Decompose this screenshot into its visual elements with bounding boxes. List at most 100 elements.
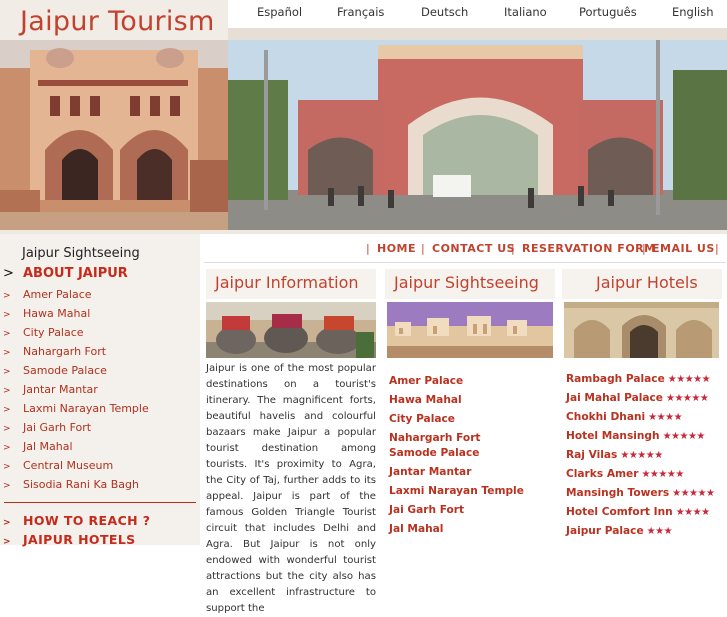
sidebar-item-label: Laxmi Narayan Temple xyxy=(23,402,149,415)
chevron-right-icon: > xyxy=(3,329,11,339)
hotel-item[interactable]: Hotel Mansingh ★★★★★ xyxy=(566,430,705,442)
hotel-item[interactable]: Clarks Amer ★★★★★ xyxy=(566,468,684,480)
chevron-right-icon: > xyxy=(3,348,11,358)
hotel-item[interactable]: Chokhi Dhani ★★★★ xyxy=(566,411,683,423)
sight-link-hawa-mahal[interactable]: Hawa Mahal xyxy=(389,394,462,406)
sight-link-laxmi-narayan-temple[interactable]: Laxmi Narayan Temple xyxy=(389,485,524,497)
sight-link-city-palace[interactable]: City Palace xyxy=(389,413,455,425)
sidebar-item-jai-garh-fort[interactable]: > Jai Garh Fort xyxy=(3,421,91,434)
lang-portugues[interactable]: Português xyxy=(579,5,637,19)
sidebar-item-city-palace[interactable]: > City Palace xyxy=(3,326,84,339)
sidebar-item-label: Sisodia Rani Ka Bagh xyxy=(23,478,139,491)
sidebar-item-hawa-mahal[interactable]: > Hawa Mahal xyxy=(3,307,90,320)
sidebar-item-label: Jal Mahal xyxy=(23,440,73,453)
hotel-name: Chokhi Dhani xyxy=(566,411,646,423)
sight-link-jantar-mantar[interactable]: Jantar Mantar xyxy=(389,466,471,478)
info-title: Jaipur Information xyxy=(215,273,359,292)
jaipur-info-paragraph: Jaipur is one of the most popular destin… xyxy=(206,363,376,614)
star-rating-icon: ★★★★ xyxy=(648,412,683,423)
sidebar-item-label: Amer Palace xyxy=(23,288,92,301)
city-gate-photo xyxy=(228,40,727,230)
sidebar-item-label: Jai Garh Fort xyxy=(23,421,92,434)
sight-link-jal-mahal[interactable]: Jal Mahal xyxy=(389,523,443,535)
lang-deutsch[interactable]: Deutsch xyxy=(421,5,468,19)
chevron-right-icon: > xyxy=(3,462,11,472)
chevron-right-icon: > xyxy=(3,424,11,434)
chevron-right-icon: > xyxy=(3,367,11,377)
sidebar-item-jal-mahal[interactable]: > Jal Mahal xyxy=(3,440,73,453)
amer-palace-photo xyxy=(0,40,228,230)
chevron-right-icon: > xyxy=(3,266,14,281)
sidebar-reach-label: HOW TO REACH ? xyxy=(23,513,151,528)
sidebar-item-samode-palace[interactable]: > Samode Palace xyxy=(3,364,107,377)
hotel-name: Clarks Amer xyxy=(566,468,639,480)
star-rating-icon: ★★★★★ xyxy=(665,393,709,404)
nav-separator: | xyxy=(366,242,370,255)
hotel-item[interactable]: Jai Mahal Palace ★★★★★ xyxy=(566,392,709,404)
hotel-name: Raj Vilas xyxy=(566,449,618,461)
hotel-courtyard-photo xyxy=(564,302,719,358)
hotel-name: Jai Mahal Palace xyxy=(566,392,663,404)
chevron-right-icon: > xyxy=(3,386,11,396)
chevron-right-icon: > xyxy=(3,405,11,415)
chevron-right-icon: > xyxy=(3,518,11,528)
star-rating-icon: ★★★★ xyxy=(675,507,710,518)
sidebar-item-label: Hawa Mahal xyxy=(23,307,91,320)
nav-separator: | xyxy=(511,242,515,255)
chevron-right-icon: > xyxy=(3,443,11,453)
site-title[interactable]: Jaipur Tourism xyxy=(20,6,215,37)
hotel-name: Jaipur Palace xyxy=(566,525,644,537)
language-bar: Español Français Deutsch Italiano Portug… xyxy=(228,0,727,29)
hotel-name: Mansingh Towers xyxy=(566,487,670,499)
sight-link-nahargarh-fort[interactable]: Nahargarh Fort xyxy=(389,432,481,444)
sidebar-item-label: City Palace xyxy=(23,326,84,339)
sidebar-item-sisodia-rani-ka-bagh[interactable]: > Sisodia Rani Ka Bagh xyxy=(3,478,139,491)
nav-reservation-form[interactable]: RESERVATION FORM xyxy=(522,242,656,255)
sidebar-item-laxmi-narayan-temple[interactable]: > Laxmi Narayan Temple xyxy=(3,402,149,415)
sidebar-item-label: Central Museum xyxy=(23,459,114,472)
sight-link-amer-palace[interactable]: Amer Palace xyxy=(389,375,463,387)
hotels-title: Jaipur Hotels xyxy=(596,273,698,292)
sidebar-about-jaipur[interactable]: > ABOUT JAIPUR xyxy=(3,266,128,281)
hotel-item[interactable]: Hotel Comfort Inn ★★★★ xyxy=(566,506,710,518)
sidebar-item-jantar-mantar[interactable]: > Jantar Mantar xyxy=(3,383,98,396)
sidebar-item-central-museum[interactable]: > Central Museum xyxy=(3,459,113,472)
hotel-item[interactable]: Rambagh Palace ★★★★★ xyxy=(566,373,711,385)
sight-link-jai-garh-fort[interactable]: Jai Garh Fort xyxy=(389,504,464,516)
chevron-right-icon: > xyxy=(3,537,11,547)
samode-palace-photo xyxy=(387,302,553,358)
nav-home[interactable]: HOME xyxy=(377,242,416,255)
star-rating-icon: ★★★★★ xyxy=(672,488,715,499)
sidebar-about-label: ABOUT JAIPUR xyxy=(23,266,128,281)
sidebar-how-to-reach[interactable]: > HOW TO REACH ? xyxy=(3,513,150,528)
nav-contact-us[interactable]: CONTACT US xyxy=(432,242,515,255)
hotel-name: Hotel Comfort Inn xyxy=(566,506,673,518)
sidebar-item-nahargarh-fort[interactable]: > Nahargarh Fort xyxy=(3,345,106,358)
hotel-item[interactable]: Jaipur Palace ★★★ xyxy=(566,525,673,537)
sidebar-item-label: Nahargarh Fort xyxy=(23,345,107,358)
nav-email-us[interactable]: EMAIL US xyxy=(652,242,715,255)
chevron-right-icon: > xyxy=(3,310,11,320)
sidebar-item-label: Samode Palace xyxy=(23,364,107,377)
lang-english[interactable]: English xyxy=(672,5,714,19)
sight-link-samode-palace[interactable]: Samode Palace xyxy=(389,447,479,459)
elephant-ride-photo xyxy=(206,302,376,358)
lang-espanol[interactable]: Español xyxy=(257,5,302,19)
chevron-right-icon: > xyxy=(3,481,11,491)
lang-francais[interactable]: Français xyxy=(337,5,384,19)
sightseeing-title: Jaipur Sightseeing xyxy=(394,273,539,292)
hotel-item[interactable]: Raj Vilas ★★★★★ xyxy=(566,449,663,461)
sidebar-item-amer-palace[interactable]: > Amer Palace xyxy=(3,288,92,301)
hotel-item[interactable]: Mansingh Towers ★★★★★ xyxy=(566,487,715,499)
sidebar-heading: Jaipur Sightseeing xyxy=(22,246,140,261)
star-rating-icon: ★★★★★ xyxy=(641,469,684,480)
nav-separator: | xyxy=(421,242,425,255)
header-strip xyxy=(228,28,727,40)
lang-italiano[interactable]: Italiano xyxy=(504,5,547,19)
nav-underline xyxy=(204,262,726,263)
star-rating-icon: ★★★ xyxy=(646,526,673,537)
top-nav: | HOME | CONTACT US | RESERVATION FORM |… xyxy=(200,236,727,262)
star-rating-icon: ★★★★★ xyxy=(667,374,711,385)
hotel-name: Hotel Mansingh xyxy=(566,430,660,442)
sidebar-divider xyxy=(4,502,196,503)
